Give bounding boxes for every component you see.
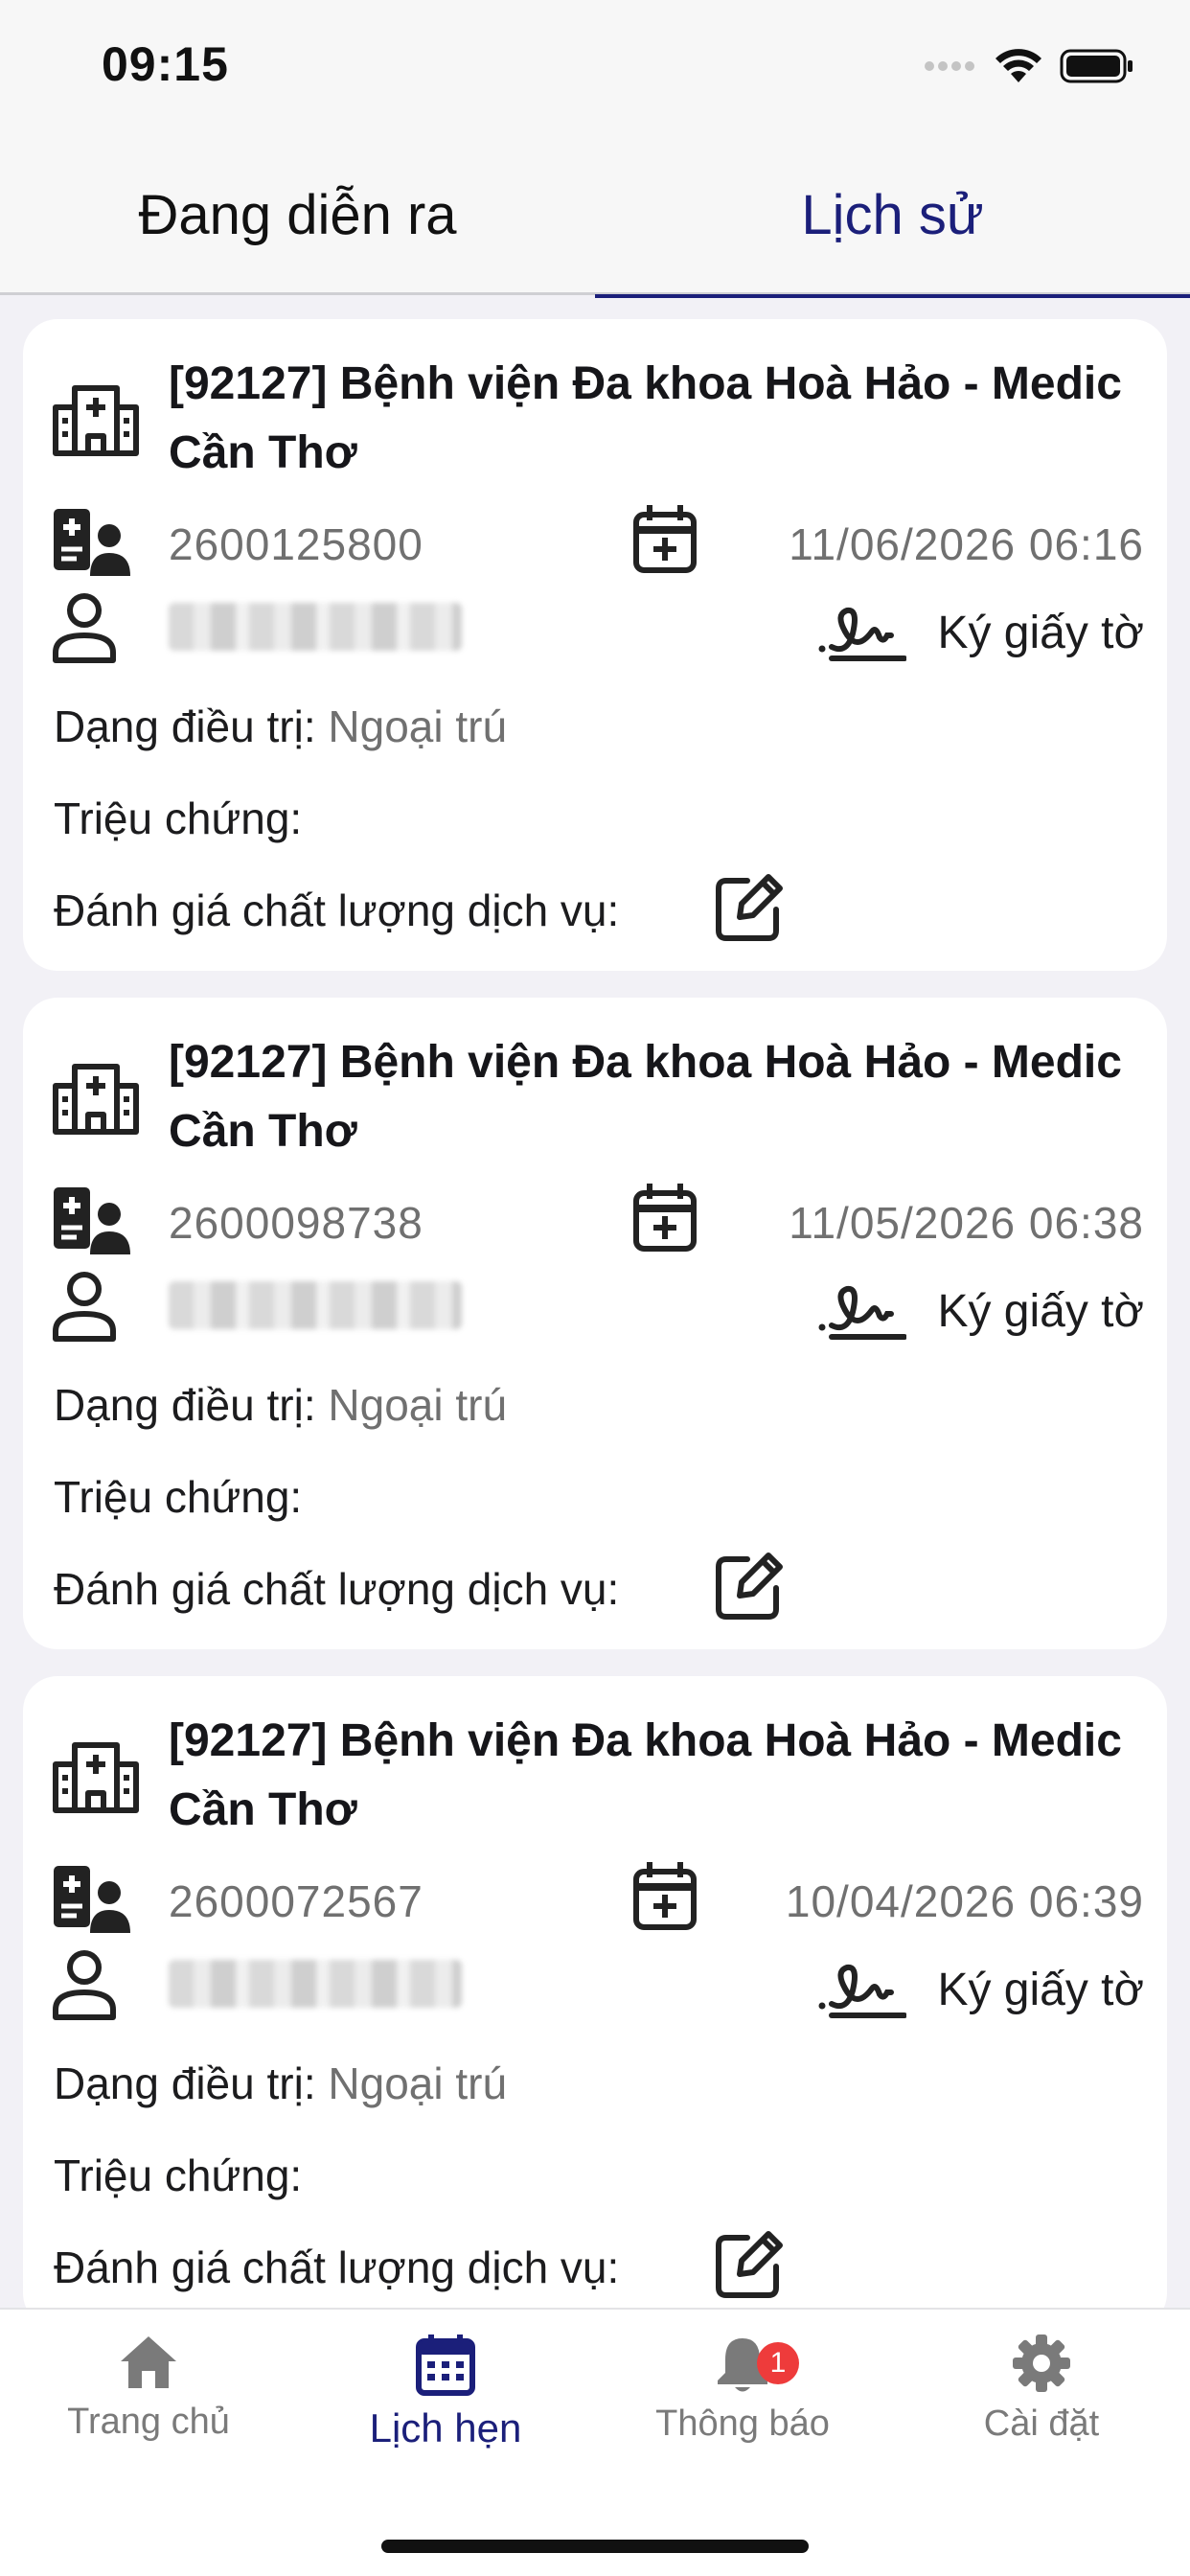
treatment-value: Ngoại trú xyxy=(328,2058,508,2108)
person-icon xyxy=(53,1950,116,2020)
hospital-icon xyxy=(53,1742,139,1813)
bottom-nav: Trang chủ Lịch hẹn 1 Thông báo Cài đặt xyxy=(0,2308,1190,2576)
status-time: 09:15 xyxy=(102,37,229,91)
sign-documents-button[interactable]: Ký giấy tờ xyxy=(937,607,1144,659)
hospital-name: [92127] Bệnh viện Đa khoa Hoà Hảo - Medi… xyxy=(169,1037,1122,1157)
tab-bar: Đang diễn ra Lịch sử xyxy=(0,134,1190,298)
sign-documents-button[interactable]: Ký giấy tờ xyxy=(937,1285,1144,1338)
signature-icon xyxy=(818,607,906,661)
treatment-value: Ngoại trú xyxy=(328,702,508,751)
calendar-add-icon xyxy=(633,505,697,573)
nav-settings-label: Cài đặt xyxy=(983,2404,1100,2444)
treatment-label: Dạng điều trị: xyxy=(54,702,316,751)
status-bar: 09:15 xyxy=(0,0,1190,134)
calendar-add-icon xyxy=(633,1862,697,1930)
symptom-label: Triệu chứng: xyxy=(54,2150,303,2200)
treatment-row: Dạng điều trị: Ngoại trú xyxy=(54,1379,507,1431)
nav-settings[interactable]: Cài đặt xyxy=(893,2333,1190,2486)
nav-home[interactable]: Trang chủ xyxy=(0,2333,297,2486)
calendar-add-icon xyxy=(633,1184,697,1252)
medical-record-icon xyxy=(54,1866,130,1933)
calendar-icon xyxy=(416,2334,475,2396)
tab-ongoing[interactable]: Đang diễn ra xyxy=(0,134,595,295)
patient-name-blurred xyxy=(169,603,462,651)
record-id: 2600125800 xyxy=(169,519,423,569)
record-id: 2600072567 xyxy=(169,1876,423,1926)
wifi-icon xyxy=(995,49,1041,82)
patient-name-blurred xyxy=(169,1960,462,2008)
visit-date: 11/05/2026 06:38 xyxy=(789,1198,1144,1248)
treatment-label: Dạng điều trị: xyxy=(54,1380,316,1430)
treatment-value: Ngoại trú xyxy=(328,1380,508,1430)
appointment-list[interactable]: [92127] Bệnh viện Đa khoa Hoà Hảo - Medi… xyxy=(0,295,1190,2308)
person-icon xyxy=(53,1272,116,1342)
visit-date: 11/06/2026 06:16 xyxy=(789,519,1144,569)
symptom-label: Triệu chứng: xyxy=(54,794,303,843)
edit-icon[interactable] xyxy=(713,871,786,944)
rating-label: Đánh giá chất lượng dịch vụ: xyxy=(54,886,620,935)
nav-notifications[interactable]: 1 Thông báo xyxy=(594,2333,891,2486)
tab-history[interactable]: Lịch sử xyxy=(595,134,1190,298)
treatment-row: Dạng điều trị: Ngoại trú xyxy=(54,701,507,752)
treatment-row: Dạng điều trị: Ngoại trú xyxy=(54,2058,507,2109)
record-id: 2600098738 xyxy=(169,1198,423,1248)
rating-label: Đánh giá chất lượng dịch vụ: xyxy=(54,2242,620,2292)
medical-record-icon xyxy=(54,1187,130,1254)
edit-icon[interactable] xyxy=(713,2228,786,2301)
home-icon xyxy=(121,2336,176,2388)
battery-icon xyxy=(1060,49,1133,83)
nav-home-label: Trang chủ xyxy=(67,2402,230,2442)
symptom-label: Triệu chứng: xyxy=(54,1472,303,1522)
signal-icon xyxy=(925,61,974,71)
medical-record-icon xyxy=(54,509,130,576)
home-indicator xyxy=(381,2540,809,2553)
appointment-card[interactable]: [92127] Bệnh viện Đa khoa Hoà Hảo - Medi… xyxy=(23,1676,1167,2308)
signature-icon xyxy=(818,1964,906,2018)
gear-icon xyxy=(1013,2334,1070,2392)
person-icon xyxy=(53,593,116,663)
hospital-name: [92127] Bệnh viện Đa khoa Hoà Hảo - Medi… xyxy=(169,1715,1122,1835)
treatment-label: Dạng điều trị: xyxy=(54,2058,316,2108)
nav-notifications-label: Thông báo xyxy=(655,2404,830,2444)
patient-name-blurred xyxy=(169,1281,462,1329)
appointment-card[interactable]: [92127] Bệnh viện Đa khoa Hoà Hảo - Medi… xyxy=(23,319,1167,971)
visit-date: 10/04/2026 06:39 xyxy=(785,1876,1144,1926)
edit-icon[interactable] xyxy=(713,1550,786,1622)
hospital-icon xyxy=(53,385,139,456)
appointment-card[interactable]: [92127] Bệnh viện Đa khoa Hoà Hảo - Medi… xyxy=(23,998,1167,1649)
sign-documents-button[interactable]: Ký giấy tờ xyxy=(937,1964,1144,2016)
rating-label: Đánh giá chất lượng dịch vụ: xyxy=(54,1564,620,1614)
status-icons xyxy=(924,42,1134,90)
nav-appointments-label: Lịch hẹn xyxy=(369,2405,522,2450)
hospital-icon xyxy=(53,1064,139,1135)
hospital-name: [92127] Bệnh viện Đa khoa Hoà Hảo - Medi… xyxy=(169,358,1122,478)
signature-icon xyxy=(818,1285,906,1340)
nav-appointments[interactable]: Lịch hẹn xyxy=(297,2333,594,2486)
notification-badge: 1 xyxy=(757,2342,799,2384)
